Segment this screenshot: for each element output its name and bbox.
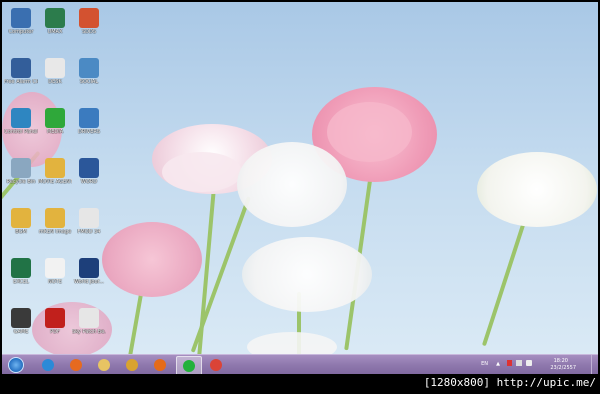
clock-date[interactable]: 23/2/2557 [550,365,576,371]
desktop-icon-label: GAME [13,329,29,335]
desktop-icon[interactable]: MEDIA [38,106,72,152]
game-character-icon [11,308,31,328]
language-indicator[interactable]: EN [481,361,488,367]
folder-icon [45,208,65,228]
word-icon [79,158,99,178]
desktop-icon-label: FMOD 34 [77,229,101,235]
desktop-icon[interactable]: Recycle Bin [4,156,38,202]
desktop-icon-label: World Jour... [74,279,104,285]
computer-icon [11,8,31,28]
acrobat-icon [45,308,65,328]
desktop-icon-label: DRIVERS [77,129,101,135]
show-hidden-icons-icon[interactable]: ▲ [496,361,500,367]
pdf-file-icon [79,208,99,228]
taskbar-button[interactable] [92,356,116,374]
taskbar-button[interactable] [148,356,172,374]
start-button[interactable] [4,356,28,374]
desktop-icon[interactable]: mKEN Image [38,206,72,252]
desktop-icon-label: SDDS [81,29,97,35]
excel-icon [11,258,31,278]
taskbar-button[interactable] [176,356,202,374]
desktop-icon[interactable]: NOTE [38,256,72,302]
media-file-icon [79,258,99,278]
desktop-icon-label: Computer [8,29,34,35]
file-explorer-icon [98,359,110,371]
desktop-screen: Computer UMAX SDDS Free Alarm Clock DESK SOCI… [2,2,598,374]
chrome-icon [210,359,222,371]
desktop-icon[interactable]: SDDS [72,6,106,52]
desktop-icon-label: Control Panel [4,129,38,135]
desktop-icon-label: UMAX [47,29,63,35]
taskbar-button[interactable] [120,356,144,374]
desktop-icon[interactable]: BGM [4,206,38,252]
desktop-icon-label: mKEN Image [38,229,72,235]
desktop-icon-label: EXCEL [13,279,29,285]
desktop-icon[interactable]: DRIVERS [72,106,106,152]
windows-logo-icon [8,357,24,373]
desktop-icon-label: WORD [80,179,98,185]
video-player-icon [154,359,166,371]
folder-icon [45,158,65,178]
pdf-file-icon [79,308,99,328]
desktop-icon[interactable]: World Jour... [72,256,106,302]
taskbar: EN ▲ 18:20 23/2/2557 [2,354,598,374]
media-player-icon [45,108,65,128]
clock-time[interactable]: 18:20 [554,358,568,364]
show-desktop-button[interactable] [591,355,598,374]
desktop-icon-label: MOVIE AGENT [38,179,72,185]
image-caption: [1280x800] http://upic.me/ [423,376,596,389]
clock-icon [11,58,31,78]
desktop-icon-label: NOTE [48,279,62,285]
desktop-icon-label: SOCIAL [79,79,99,85]
desktop-icon-label: Sky Patch Be... [72,329,106,335]
network-icon[interactable] [516,360,522,366]
desktop-icon[interactable]: MOVIE AGENT [38,156,72,202]
desktop-icon-label: MEDIA [46,129,64,135]
desktop-icon[interactable]: Free Alarm Clock [4,56,38,102]
volume-icon[interactable] [526,360,532,366]
desktop-icons: Computer UMAX SDDS Free Alarm Clock DESK SOCI… [2,2,122,352]
scanner-icon [45,8,65,28]
recycle-bin-icon [11,158,31,178]
document-icon [45,58,65,78]
taskbar-button[interactable] [64,356,88,374]
desktop-icon[interactable]: FMOD 34 [72,206,106,252]
powerpoint-icon [79,8,99,28]
taskbar-button[interactable] [204,356,228,374]
desktop-icon[interactable]: Computer [4,6,38,52]
internet-explorer-icon [42,359,54,371]
desktop-icon[interactable]: WORD [72,156,106,202]
desktop-icon[interactable]: UMAX [38,6,72,52]
desktop-icon[interactable]: Sky Patch Be... [72,306,106,352]
folder-icon [11,208,31,228]
desktop-icon[interactable]: SOCIAL [72,56,106,102]
desktop-icon[interactable]: EXCEL [4,256,38,302]
desktop-icon[interactable]: Control Panel [4,106,38,152]
desktop-icon-label: Free Alarm Clock [4,79,38,85]
text-file-icon [45,258,65,278]
media-center-icon [126,359,138,371]
desktop-icon[interactable]: DESK [38,56,72,102]
desktop-icon[interactable]: PDF [38,306,72,352]
desktop-icon[interactable]: GAME [4,306,38,352]
desktop-icon-label: DESK [48,79,62,85]
line-icon [183,360,195,372]
desktop-icon-label: PDF [50,329,60,335]
tools-icon [79,108,99,128]
taskbar-button[interactable] [36,356,60,374]
desktop-icon-label: BGM [15,229,27,235]
users-icon [79,58,99,78]
firefox-icon [70,359,82,371]
control-panel-icon [11,108,31,128]
desktop-icon-label: Recycle Bin [6,179,36,185]
flag-icon[interactable] [507,360,512,366]
